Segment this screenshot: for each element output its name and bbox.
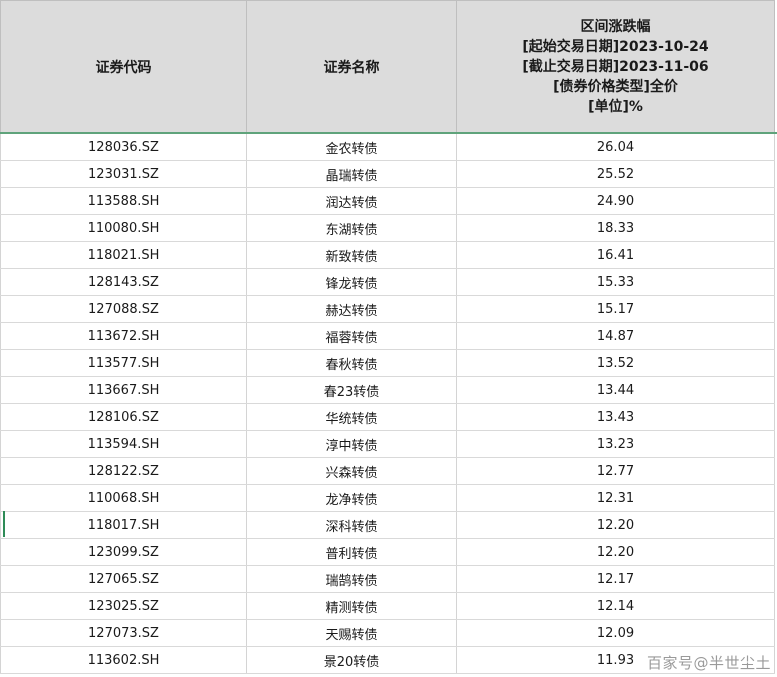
cell-security-code[interactable]: 113594.SH bbox=[0, 430, 247, 458]
cell-security-code[interactable]: 128143.SZ bbox=[0, 268, 247, 296]
cell-security-code[interactable]: 123025.SZ bbox=[0, 592, 247, 620]
cell-range-change[interactable]: 12.31 bbox=[456, 484, 775, 512]
table-row: 110068.SH 龙净转债 12.31 bbox=[0, 484, 777, 512]
cell-security-name[interactable]: 晶瑞转债 bbox=[246, 160, 457, 188]
header-row: 证券代码 证券名称 区间涨跌幅 [起始交易日期]2023-10-24 [截止交易… bbox=[0, 0, 777, 133]
cell-range-change[interactable]: 13.44 bbox=[456, 376, 775, 404]
header-change-start-date: [起始交易日期]2023-10-24 bbox=[522, 38, 709, 55]
cell-security-name[interactable]: 普利转债 bbox=[246, 538, 457, 566]
cell-range-change[interactable]: 15.33 bbox=[456, 268, 775, 296]
cell-range-change[interactable]: 12.77 bbox=[456, 457, 775, 485]
cell-security-code[interactable]: 123031.SZ bbox=[0, 160, 247, 188]
header-change-title: 区间涨跌幅 bbox=[580, 18, 651, 35]
cell-range-change[interactable]: 18.33 bbox=[456, 214, 775, 242]
table-row: 128122.SZ 兴森转债 12.77 bbox=[0, 457, 777, 485]
cell-security-code[interactable]: 118021.SH bbox=[0, 241, 247, 269]
cell-security-code[interactable]: 118017.SH bbox=[0, 511, 247, 539]
cell-security-name[interactable]: 春23转债 bbox=[246, 376, 457, 404]
cell-range-change[interactable]: 24.90 bbox=[456, 187, 775, 215]
cell-security-name[interactable]: 龙净转债 bbox=[246, 484, 457, 512]
cell-range-change[interactable]: 12.17 bbox=[456, 565, 775, 593]
cell-security-code[interactable]: 113588.SH bbox=[0, 187, 247, 215]
table-row: 128036.SZ 金农转债 26.04 bbox=[0, 132, 777, 161]
table-row: 113672.SH 福蓉转债 14.87 bbox=[0, 322, 777, 350]
cell-range-change[interactable]: 26.04 bbox=[456, 132, 775, 161]
table-row: 113588.SH 润达转债 24.90 bbox=[0, 187, 777, 215]
cell-security-name[interactable]: 锋龙转债 bbox=[246, 268, 457, 296]
cell-security-code[interactable]: 123099.SZ bbox=[0, 538, 247, 566]
header-change-price-type: [债券价格类型]全价 bbox=[553, 78, 678, 95]
header-security-code[interactable]: 证券代码 bbox=[0, 0, 247, 133]
table-row: 127065.SZ 瑞鹄转债 12.17 bbox=[0, 565, 777, 593]
cell-security-code[interactable]: 128122.SZ bbox=[0, 457, 247, 485]
data-table: 证券代码 证券名称 区间涨跌幅 [起始交易日期]2023-10-24 [截止交易… bbox=[0, 0, 777, 674]
header-change-end-date: [截止交易日期]2023-11-06 bbox=[522, 58, 709, 75]
table-row: 128143.SZ 锋龙转债 15.33 bbox=[0, 268, 777, 296]
header-change-unit: [单位]% bbox=[588, 98, 643, 115]
table-row: 118021.SH 新致转债 16.41 bbox=[0, 241, 777, 269]
cell-security-name[interactable]: 瑞鹄转债 bbox=[246, 565, 457, 593]
cell-range-change[interactable]: 12.09 bbox=[456, 619, 775, 647]
cell-security-code[interactable]: 113577.SH bbox=[0, 349, 247, 377]
watermark: 百家号@半世尘土 bbox=[646, 654, 771, 672]
cell-range-change[interactable]: 15.17 bbox=[456, 295, 775, 323]
cell-security-name[interactable]: 华统转债 bbox=[246, 403, 457, 431]
cell-security-code[interactable]: 127088.SZ bbox=[0, 295, 247, 323]
table-row: 128106.SZ 华统转债 13.43 bbox=[0, 403, 777, 431]
cell-security-code[interactable]: 127073.SZ bbox=[0, 619, 247, 647]
cell-security-name[interactable]: 润达转债 bbox=[246, 187, 457, 215]
cell-security-name[interactable]: 景20转债 bbox=[246, 646, 457, 674]
cell-range-change[interactable]: 25.52 bbox=[456, 160, 775, 188]
table-row: 110080.SH 东湖转债 18.33 bbox=[0, 214, 777, 242]
spreadsheet-view: 证券代码 证券名称 区间涨跌幅 [起始交易日期]2023-10-24 [截止交易… bbox=[0, 0, 777, 677]
cell-security-code[interactable]: 127065.SZ bbox=[0, 565, 247, 593]
cell-security-name[interactable]: 金农转债 bbox=[246, 132, 457, 161]
table-row: 123099.SZ 普利转债 12.20 bbox=[0, 538, 777, 566]
cell-security-code[interactable]: 113667.SH bbox=[0, 376, 247, 404]
table-row: 113594.SH 淳中转债 13.23 bbox=[0, 430, 777, 458]
cell-security-name[interactable]: 新致转债 bbox=[246, 241, 457, 269]
cell-range-change[interactable]: 16.41 bbox=[456, 241, 775, 269]
table-row: 123031.SZ 晶瑞转债 25.52 bbox=[0, 160, 777, 188]
cell-security-name[interactable]: 福蓉转债 bbox=[246, 322, 457, 350]
cell-range-change[interactable]: 13.43 bbox=[456, 403, 775, 431]
header-security-name[interactable]: 证券名称 bbox=[246, 0, 457, 133]
cell-security-code[interactable]: 113672.SH bbox=[0, 322, 247, 350]
cell-security-code[interactable]: 110080.SH bbox=[0, 214, 247, 242]
row-selection-marker bbox=[3, 511, 5, 537]
cell-security-name[interactable]: 赫达转债 bbox=[246, 295, 457, 323]
cell-range-change[interactable]: 14.87 bbox=[456, 322, 775, 350]
cell-security-name[interactable]: 淳中转债 bbox=[246, 430, 457, 458]
cell-security-name[interactable]: 东湖转债 bbox=[246, 214, 457, 242]
cell-security-name[interactable]: 精测转债 bbox=[246, 592, 457, 620]
cell-security-name[interactable]: 深科转债 bbox=[246, 511, 457, 539]
cell-security-code[interactable]: 128106.SZ bbox=[0, 403, 247, 431]
cell-range-change[interactable]: 13.52 bbox=[456, 349, 775, 377]
cell-security-name[interactable]: 天赐转债 bbox=[246, 619, 457, 647]
cell-security-code[interactable]: 128036.SZ bbox=[0, 132, 247, 161]
table-row: 127088.SZ 赫达转债 15.17 bbox=[0, 295, 777, 323]
table-row: 123025.SZ 精测转债 12.14 bbox=[0, 592, 777, 620]
cell-security-name[interactable]: 春秋转债 bbox=[246, 349, 457, 377]
cell-range-change[interactable]: 12.20 bbox=[456, 511, 775, 539]
cell-range-change[interactable]: 12.14 bbox=[456, 592, 775, 620]
cell-security-code[interactable]: 113602.SH bbox=[0, 646, 247, 674]
table-row: 118017.SH 深科转债 12.20 bbox=[0, 511, 777, 539]
cell-range-change[interactable]: 13.23 bbox=[456, 430, 775, 458]
table-row: 113577.SH 春秋转债 13.52 bbox=[0, 349, 777, 377]
table-row: 113667.SH 春23转债 13.44 bbox=[0, 376, 777, 404]
cell-security-code[interactable]: 110068.SH bbox=[0, 484, 247, 512]
cell-security-name[interactable]: 兴森转债 bbox=[246, 457, 457, 485]
cell-range-change[interactable]: 12.20 bbox=[456, 538, 775, 566]
table-row: 127073.SZ 天赐转债 12.09 bbox=[0, 619, 777, 647]
header-range-change[interactable]: 区间涨跌幅 [起始交易日期]2023-10-24 [截止交易日期]2023-11… bbox=[456, 0, 775, 133]
